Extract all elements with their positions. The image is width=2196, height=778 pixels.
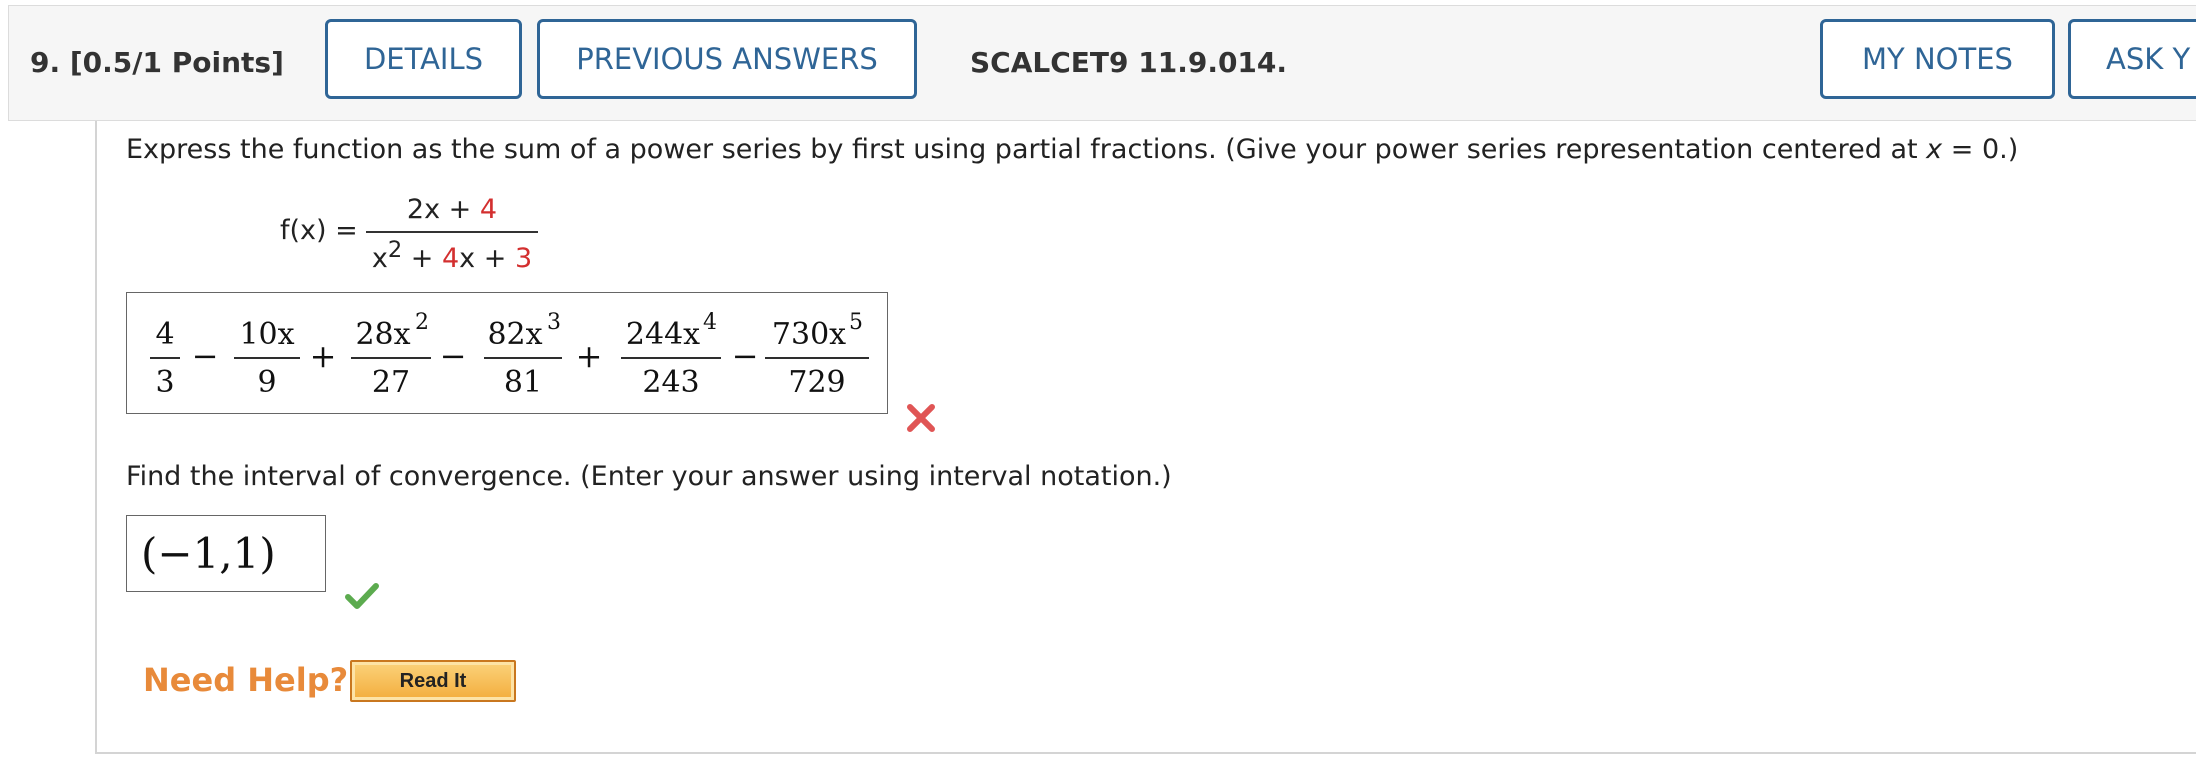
ask-your-teacher-button[interactable]: ASK Y <box>2068 19 2196 99</box>
denominator-exponent: 2 <box>387 237 403 263</box>
series-sign: + <box>576 337 603 375</box>
read-it-button[interactable]: Read It <box>350 660 516 702</box>
need-help-label: Need Help? <box>143 661 349 699</box>
power-series-answer-input[interactable]: 4 3−10x 9 +28x 2 27−82x 3 81 +244x 4 243−730x 5 729 <box>126 292 888 414</box>
series-sign: − <box>732 337 759 375</box>
series-denominator: 9 <box>257 365 276 400</box>
series-denominator: 729 <box>788 365 845 400</box>
function-label: f(x) = <box>280 215 358 246</box>
checkmark-icon <box>345 583 379 609</box>
series-sign: + <box>310 337 337 375</box>
question-points-label: 9. [0.5/1 Points] <box>30 46 284 79</box>
denominator-coefficient: 4 <box>441 243 460 274</box>
question-prompt: Express the function as the sum of a pow… <box>126 134 2018 165</box>
denominator-var: x <box>371 243 388 274</box>
series-denominator: 27 <box>372 365 410 400</box>
fraction-numerator: 2x + 4 <box>366 194 538 231</box>
series-numerator: 82x <box>487 317 542 352</box>
series-exponent: 5 <box>849 310 863 335</box>
prompt-text-end: = 0.) <box>1942 134 2019 165</box>
prompt-text: Express the function as the sum of a pow… <box>126 134 1927 165</box>
series-numerator: 28x <box>355 317 410 352</box>
prompt-variable: x <box>1926 134 1943 165</box>
series-exponent: 2 <box>415 310 429 335</box>
numerator-constant: 4 <box>479 194 498 225</box>
series-numerator: 730x <box>772 317 846 352</box>
question-reference: SCALCET9 11.9.014. <box>970 46 1288 79</box>
interval-prompt: Find the interval of convergence. (Enter… <box>126 461 1172 492</box>
series-denominator: 3 <box>155 365 174 400</box>
series-sign: − <box>440 337 467 375</box>
power-series-expression: 43−10x9+28x 227−82x 381+244x 4243−730x 5729 <box>150 310 869 400</box>
series-numerator: 10x <box>239 317 294 352</box>
function-fraction: 2x + 4 x2 + 4x + 3 <box>366 194 538 274</box>
denominator-constant: 3 <box>514 243 533 274</box>
series-numerator: 244x <box>626 317 700 352</box>
series-numerator: 4 <box>155 317 174 352</box>
fraction-denominator: x2 + 4x + 3 <box>366 233 538 274</box>
denominator-plus: + <box>402 243 442 274</box>
denominator-var-plus: x + <box>459 243 515 274</box>
series-denominator: 243 <box>642 365 699 400</box>
interval-answer-input[interactable]: (−1,1) <box>126 515 326 592</box>
series-exponent: 3 <box>547 310 561 335</box>
series-sign: − <box>192 337 219 375</box>
numerator-text: 2x + <box>406 194 480 225</box>
my-notes-button[interactable]: MY NOTES <box>1820 19 2055 99</box>
details-button[interactable]: DETAILS <box>325 19 522 99</box>
series-denominator: 81 <box>504 365 542 400</box>
previous-answers-button[interactable]: PREVIOUS ANSWERS <box>537 19 917 99</box>
series-exponent: 4 <box>703 310 717 335</box>
x-mark-icon <box>907 404 935 432</box>
